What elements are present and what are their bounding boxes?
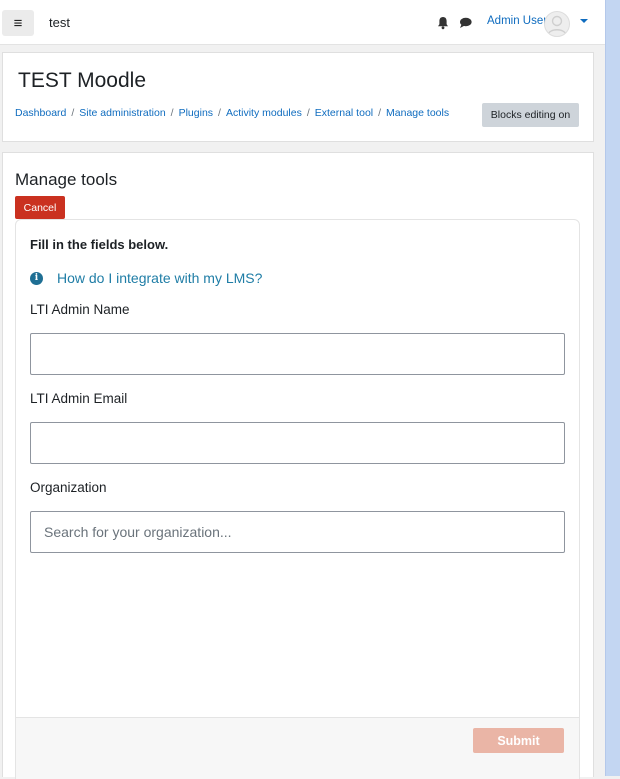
breadcrumb-dashboard[interactable]: Dashboard bbox=[15, 107, 66, 119]
lti-admin-email-input[interactable] bbox=[30, 422, 565, 464]
section-title: Manage tools bbox=[15, 170, 118, 189]
breadcrumb-separator: / bbox=[71, 107, 75, 119]
form-footer: Submit bbox=[16, 717, 579, 779]
user-menu-name[interactable]: Admin User bbox=[487, 15, 547, 27]
help-row: i How do I integrate with my LMS? bbox=[30, 270, 262, 286]
breadcrumb-activity-modules[interactable]: Activity modules bbox=[226, 107, 302, 119]
breadcrumb: Dashboard / Site administration / Plugins / Ac… bbox=[15, 107, 449, 119]
breadcrumb-separator: / bbox=[306, 107, 310, 119]
cancel-button[interactable]: Cancel bbox=[15, 196, 65, 219]
lti-admin-email-label: LTI Admin Email bbox=[30, 391, 128, 406]
page-header: TEST Moodle Dashboard / Site administratio… bbox=[2, 52, 594, 142]
top-navbar: ≡ test Admin User bbox=[0, 0, 605, 45]
help-link[interactable]: How do I integrate with my LMS? bbox=[57, 270, 262, 286]
site-name-link[interactable]: test bbox=[49, 15, 70, 30]
lti-admin-name-label: LTI Admin Name bbox=[30, 302, 130, 317]
caret-down-icon[interactable] bbox=[580, 18, 588, 24]
breadcrumb-separator: / bbox=[218, 107, 221, 119]
breadcrumb-separator: / bbox=[378, 107, 382, 119]
avatar-icon bbox=[547, 15, 567, 36]
page-title: TEST Moodle bbox=[18, 69, 146, 92]
lti-registration-form: Fill in the fields below. i How do I int… bbox=[15, 219, 580, 779]
bell-icon[interactable] bbox=[437, 16, 449, 30]
lti-admin-name-input[interactable] bbox=[30, 333, 565, 375]
breadcrumb-external-tool[interactable]: External tool bbox=[315, 107, 373, 119]
page-scrollbar[interactable] bbox=[605, 0, 620, 776]
main-content: Manage tools Cancel Fill in the fields b… bbox=[2, 152, 594, 779]
breadcrumb-site-administration[interactable]: Site administration bbox=[79, 107, 165, 119]
breadcrumb-plugins[interactable]: Plugins bbox=[179, 107, 213, 119]
breadcrumb-separator: / bbox=[170, 107, 174, 119]
breadcrumb-manage-tools[interactable]: Manage tools bbox=[386, 107, 449, 119]
organization-label: Organization bbox=[30, 480, 107, 495]
submit-button[interactable]: Submit bbox=[473, 728, 564, 753]
blocks-editing-button[interactable]: Blocks editing on bbox=[482, 103, 579, 127]
form-intro: Fill in the fields below. bbox=[30, 237, 169, 252]
chat-icon[interactable] bbox=[459, 17, 472, 29]
info-icon: i bbox=[30, 271, 43, 285]
avatar[interactable] bbox=[544, 11, 570, 37]
menu-icon: ≡ bbox=[13, 14, 23, 32]
menu-toggle-button[interactable]: ≡ bbox=[2, 10, 34, 36]
organization-search-input[interactable] bbox=[30, 511, 565, 553]
